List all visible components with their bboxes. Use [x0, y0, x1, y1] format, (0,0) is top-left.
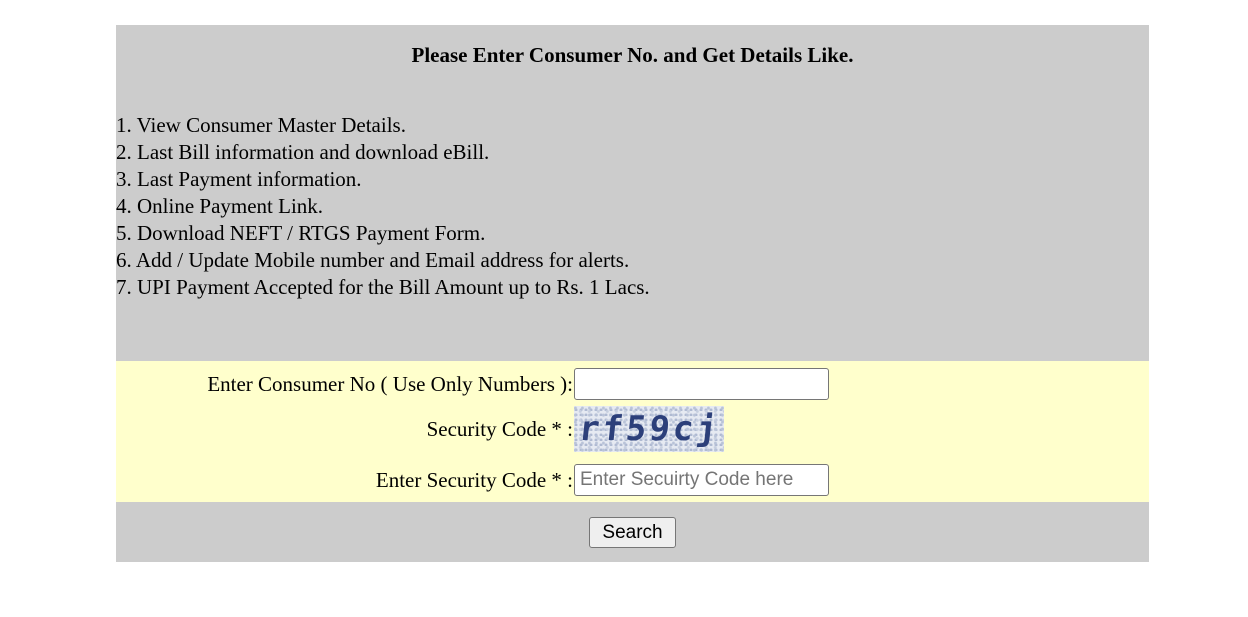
feature-item: 1. View Consumer Master Details. — [116, 113, 406, 137]
search-button[interactable]: Search — [589, 517, 676, 548]
captcha-text: rf59cj — [576, 409, 722, 449]
enter-security-code-row: Enter Security Code * : — [116, 464, 1149, 496]
feature-item: 4. Online Payment Link. — [116, 194, 324, 218]
info-section: Please Enter Consumer No. and Get Detail… — [116, 25, 1149, 361]
page-title: Please Enter Consumer No. and Get Detail… — [411, 43, 854, 67]
security-code-input[interactable] — [574, 464, 829, 496]
enter-security-code-label: Enter Security Code * : — [375, 468, 573, 492]
feature-list: 1. View Consumer Master Details. 2. Last… — [116, 112, 650, 301]
consumer-no-input[interactable] — [574, 368, 829, 400]
feature-item: 3. Last Payment information. — [116, 167, 362, 191]
captcha-image: rf59cj — [574, 406, 724, 452]
feature-item: 2. Last Bill information and download eB… — [116, 140, 490, 164]
security-code-label: Security Code * : — [426, 417, 573, 441]
consumer-no-row: Enter Consumer No ( Use Only Numbers ): — [116, 368, 1149, 400]
security-code-row: Security Code * : rf59cj — [116, 406, 1149, 452]
feature-item: 6. Add / Update Mobile number and Email … — [116, 248, 630, 272]
consumer-search-panel: Please Enter Consumer No. and Get Detail… — [116, 25, 1149, 562]
feature-item: 7. UPI Payment Accepted for the Bill Amo… — [116, 275, 650, 299]
search-form: Enter Consumer No ( Use Only Numbers ): … — [116, 361, 1149, 502]
consumer-no-label: Enter Consumer No ( Use Only Numbers ): — [207, 372, 573, 396]
feature-item: 5. Download NEFT / RTGS Payment Form. — [116, 221, 486, 245]
actions-bar: Search — [116, 502, 1149, 562]
